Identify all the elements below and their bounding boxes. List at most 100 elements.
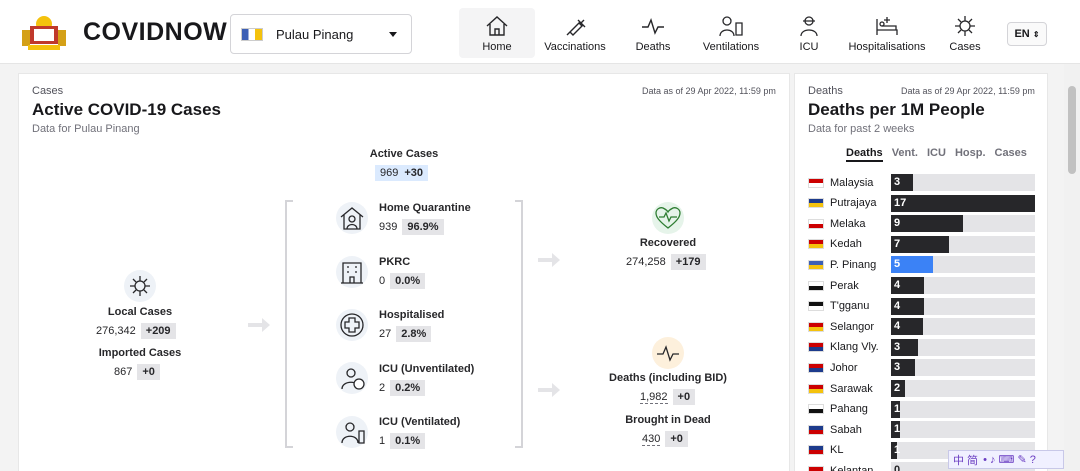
- arrow-right-icon: [248, 318, 270, 332]
- virus-icon: [955, 16, 975, 36]
- vertical-scrollbar[interactable]: [1064, 64, 1080, 471]
- state-bar: 4: [891, 277, 925, 294]
- nav-ventilations-label: Ventilations: [702, 41, 760, 53]
- bar-track: 2: [891, 380, 1035, 397]
- nav-hospitalisations[interactable]: Hospitalisations: [848, 8, 926, 58]
- penang-flag-icon: [241, 27, 263, 41]
- state-name: T'gganu: [830, 300, 870, 313]
- state-bar: 7: [891, 235, 949, 253]
- nav-home-label: Home: [482, 41, 512, 53]
- language-value: EN: [1014, 28, 1030, 40]
- imported-cases-value-box: 867 +0: [114, 364, 160, 380]
- nav-ventilations[interactable]: Ventilations: [700, 8, 762, 58]
- icu-ventilated-value: 1: [379, 435, 386, 447]
- nav-cases[interactable]: Cases: [945, 8, 985, 58]
- active-cases-value: 969: [380, 167, 399, 179]
- nav-icu[interactable]: ICU: [790, 8, 828, 58]
- hospital-bed-icon: [876, 17, 898, 35]
- state-flag-icon: [808, 177, 824, 188]
- metric-tabs: Deaths Vent. ICU Hosp. Cases: [846, 147, 1027, 162]
- state-bar: 3: [891, 359, 916, 377]
- pkrc-pct: 0.0%: [390, 273, 426, 289]
- deaths-value[interactable]: 1,982: [640, 391, 668, 404]
- ime-toolbar[interactable]: 中 简 • ♪ ⌨ ✎ ?: [948, 450, 1064, 469]
- state-name: Johor: [830, 361, 858, 374]
- state-flag-icon: [808, 342, 824, 353]
- hospitalised-label: Hospitalised: [379, 309, 445, 321]
- state-row: T'gganu 4: [808, 297, 1035, 315]
- nav-vaccinations[interactable]: Vaccinations: [543, 8, 607, 58]
- icu-ventilated-icon: [336, 416, 368, 448]
- bracket-left: [285, 200, 293, 448]
- bracket-right: [515, 200, 523, 448]
- state-selector[interactable]: Pulau Pinang: [230, 14, 412, 54]
- hospital-cross-icon: [336, 309, 368, 341]
- bar-track: 4: [891, 297, 1035, 315]
- nav-deaths[interactable]: Deaths: [628, 8, 678, 58]
- arrow-right-icon: [538, 253, 560, 267]
- bar-track: 7: [891, 235, 1035, 253]
- bar-track: 4: [891, 277, 1035, 294]
- state-flag-icon: [808, 321, 824, 332]
- deaths-heartbeat-icon: [652, 337, 684, 369]
- state-bar: 9: [891, 215, 963, 233]
- local-cases-value-box: 276,342 +209: [96, 323, 176, 339]
- tab-cases[interactable]: Cases: [995, 147, 1027, 162]
- state-flag-icon: [808, 280, 824, 291]
- state-name: Kedah: [830, 238, 862, 251]
- bar-track: 1: [891, 421, 1035, 439]
- state-name: Sabah: [830, 423, 862, 436]
- bar-track: 3: [891, 174, 1035, 191]
- state-row: Putrajaya 17: [808, 194, 1035, 212]
- state-name: Malaysia: [830, 176, 874, 189]
- icu-ventilated-value-box: 1 0.1%: [379, 433, 426, 449]
- state-bar: 4: [891, 318, 923, 336]
- nav-hospitalisations-label: Hospitalisations: [848, 41, 926, 53]
- chevron-down-icon: [389, 32, 397, 37]
- imported-cases-label: Imported Cases: [98, 347, 182, 359]
- icu-unventilated-pct: 0.2%: [390, 380, 426, 396]
- icu-doctor-icon: [800, 16, 818, 37]
- tab-hosp[interactable]: Hosp.: [955, 147, 986, 162]
- state-bar: 3: [891, 338, 919, 356]
- recovered-value: 274,258: [626, 256, 666, 268]
- icu-unventilated-icon: [336, 362, 368, 394]
- tab-deaths[interactable]: Deaths: [846, 147, 883, 162]
- state-bar: 1: [891, 441, 900, 459]
- state-row: Kedah 7: [808, 235, 1035, 253]
- state-flag-icon: [808, 465, 824, 471]
- ventilator-icon: [719, 16, 743, 37]
- imported-cases-delta: +0: [137, 364, 160, 380]
- brought-in-dead-value[interactable]: 430: [642, 433, 661, 446]
- state-row: Johor 3: [808, 359, 1035, 377]
- nav-vaccinations-label: Vaccinations: [544, 41, 606, 53]
- tab-vent[interactable]: Vent.: [892, 147, 918, 162]
- brand-title[interactable]: COVIDNOW: [83, 18, 227, 47]
- virus-icon: [124, 270, 156, 302]
- syringe-icon: [566, 19, 586, 36]
- state-flag-icon: [808, 259, 824, 270]
- icu-unventilated-label: ICU (Unventilated): [379, 363, 475, 375]
- brought-in-dead-delta: +0: [665, 431, 688, 447]
- tab-icu[interactable]: ICU: [927, 147, 946, 162]
- deaths-label: Deaths (including BID): [609, 372, 727, 384]
- hospitalised-value-box: 27 2.8%: [379, 326, 432, 342]
- state-name: Pahang: [830, 403, 868, 416]
- bar-track: 3: [891, 359, 1035, 377]
- state-flag-icon: [808, 445, 824, 456]
- local-cases-value: 276,342: [96, 325, 136, 337]
- scrollbar-thumb[interactable]: [1068, 86, 1076, 174]
- language-selector[interactable]: EN ⇕: [1007, 22, 1047, 46]
- home-icon: [486, 16, 508, 36]
- state-flag-icon: [808, 362, 824, 373]
- hospitalised-value: 27: [379, 328, 392, 340]
- home-quarantine-value-box: 939 96.9%: [379, 219, 444, 235]
- pkrc-value-box: 0 0.0%: [379, 273, 426, 289]
- nav-home[interactable]: Home: [459, 8, 535, 58]
- state-name: Putrajaya: [830, 197, 877, 210]
- state-bar: 4: [891, 297, 925, 315]
- state-name: Klang Vly.: [830, 341, 879, 354]
- state-row: Sabah 1: [808, 421, 1035, 439]
- recovered-label: Recovered: [639, 237, 697, 249]
- bar-track: 4: [891, 318, 1035, 336]
